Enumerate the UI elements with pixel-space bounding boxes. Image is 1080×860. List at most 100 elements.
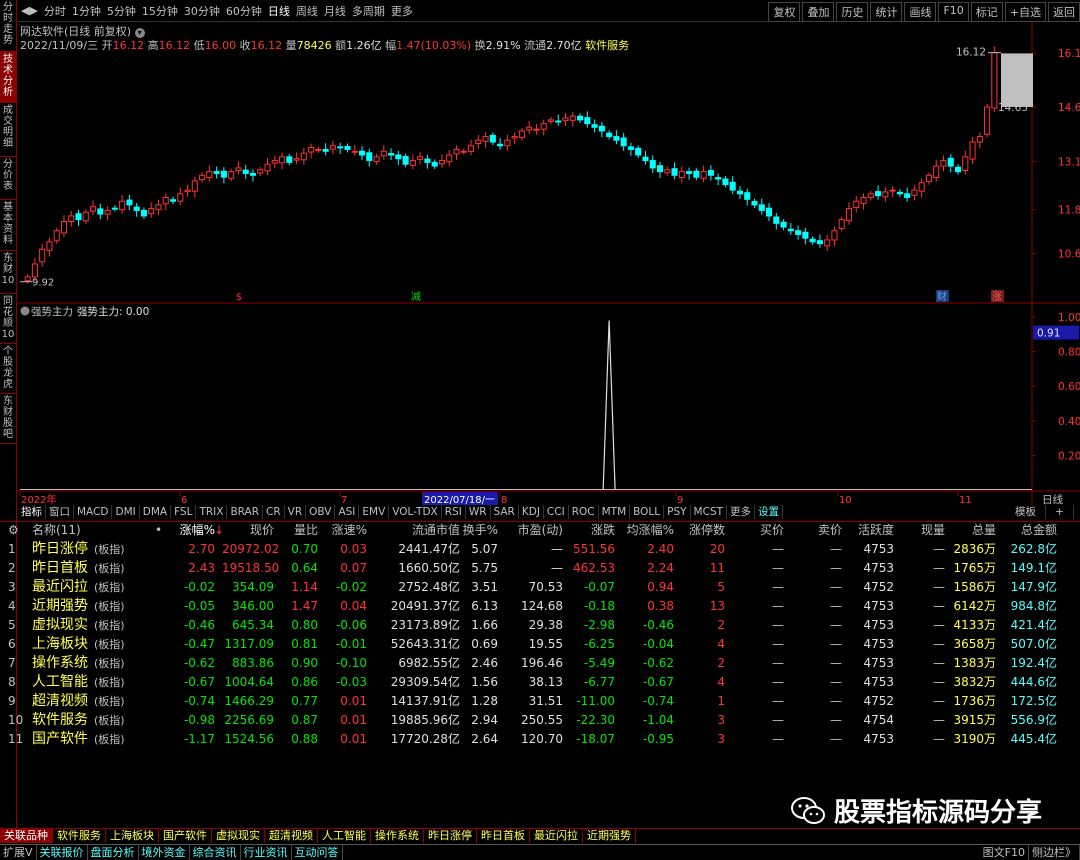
indicator-menu-icon[interactable] xyxy=(20,306,30,316)
sector-tab-9[interactable]: 昨日首板 xyxy=(477,829,530,843)
status-tab-1[interactable]: 关联报价 xyxy=(37,845,88,860)
indicator-tab-17[interactable]: KDJ xyxy=(519,505,544,519)
status-tab-3[interactable]: 境外资金 xyxy=(139,845,190,860)
toolbar-button-5[interactable]: F10 xyxy=(938,2,969,22)
period-tab-0[interactable]: 分时 xyxy=(41,3,69,19)
status-tab-2[interactable]: 盘面分析 xyxy=(88,845,139,860)
table-row[interactable]: 2 昨日首板 2.43 19518.50 0.64 0.07 1660.50亿 5.75—46… xyxy=(0,559,1080,578)
toolbar-button-1[interactable]: 叠加 xyxy=(802,2,835,22)
table-row[interactable]: 4 近期强势 -0.05 346.00 1.47 0.04 20491.37亿 6.13 124… xyxy=(0,597,1080,616)
indicator-tab-6[interactable]: TRIX xyxy=(196,505,228,519)
sector-tab-0[interactable]: 关联品种 xyxy=(0,829,53,843)
table-row[interactable]: 1 昨日涨停 2.70 20972.02 0.70 0.03 2441.47亿 5.07—55… xyxy=(0,540,1080,559)
indicator-tab-9[interactable]: VR xyxy=(285,505,307,519)
period-tab-10[interactable]: 更多 xyxy=(388,3,416,19)
period-tab-2[interactable]: 5分钟 xyxy=(104,3,139,19)
sector-tab-7[interactable]: 操作系统 xyxy=(371,829,424,843)
indicator-tab-7[interactable]: BRAR xyxy=(227,505,263,519)
indicator-tab-16[interactable]: SAR xyxy=(491,505,519,519)
gear-icon[interactable]: ⚙ xyxy=(8,522,19,539)
column-header-9[interactable]: 均涨幅% xyxy=(622,522,674,539)
column-header-1[interactable]: 涨幅% xyxy=(165,522,215,539)
sector-tab-2[interactable]: 上海板块 xyxy=(106,829,159,843)
status-tab-5[interactable]: 行业资讯 xyxy=(241,845,292,860)
period-tab-1[interactable]: 1分钟 xyxy=(69,3,104,19)
left-tab-3[interactable]: 分价表 xyxy=(0,157,16,200)
column-header-0[interactable]: 名称(11) xyxy=(32,522,122,539)
period-tab-5[interactable]: 60分钟 xyxy=(223,3,265,19)
indicator-tab-0[interactable]: 指标 xyxy=(18,505,46,519)
indicator-tab-21[interactable]: BOLL xyxy=(630,505,665,519)
left-tab-8[interactable]: 东财股吧 xyxy=(0,394,16,444)
column-header-11[interactable]: 买价 xyxy=(742,522,784,539)
indicator-tab-right-2[interactable]: - xyxy=(1074,505,1080,519)
period-tab-3[interactable]: 15分钟 xyxy=(139,3,181,19)
column-header-16[interactable]: 总金额 xyxy=(1000,522,1057,539)
indicator-tab-10[interactable]: OBV xyxy=(306,505,336,519)
table-row[interactable]: 3 最近闪拉 -0.02 354.09 1.14 -0.02 2752.48亿 3.51 70.… xyxy=(0,578,1080,597)
table-row[interactable]: 11 国产软件 -1.17 1524.56 0.88 0.01 17720.28亿 2.64 1… xyxy=(0,730,1080,749)
period-tab-4[interactable]: 30分钟 xyxy=(181,3,223,19)
indicator-tab-23[interactable]: MCST xyxy=(691,505,728,519)
column-header-2[interactable]: 现价 xyxy=(222,522,274,539)
period-tab-8[interactable]: 月线 xyxy=(321,3,349,19)
table-row[interactable]: 5 虚拟现实 -0.46 645.34 0.80 -0.06 23173.89亿 1.66 29… xyxy=(0,616,1080,635)
status-right-0[interactable]: 图文F10 xyxy=(980,845,1029,860)
column-header-12[interactable]: 卖价 xyxy=(800,522,842,539)
column-header-8[interactable]: 涨跌 xyxy=(568,522,615,539)
column-header-15[interactable]: 总量 xyxy=(950,522,996,539)
period-tab-9[interactable]: 多周期 xyxy=(349,3,388,19)
indicator-tab-8[interactable]: CR xyxy=(263,505,285,519)
left-tab-6[interactable]: 同花顺10 xyxy=(0,294,16,344)
column-header-4[interactable]: 涨速% xyxy=(325,522,367,539)
indicator-tab-15[interactable]: WR xyxy=(466,505,491,519)
sector-tab-8[interactable]: 昨日涨停 xyxy=(424,829,477,843)
status-tab-4[interactable]: 综合资讯 xyxy=(190,845,241,860)
indicator-tab-25[interactable]: 设置 xyxy=(755,505,784,519)
column-header-10[interactable]: 涨停数 xyxy=(680,522,725,539)
indicator-tab-22[interactable]: PSY xyxy=(664,505,691,519)
indicator-tab-12[interactable]: EMV xyxy=(359,505,390,519)
indicator-tab-4[interactable]: DMA xyxy=(140,505,172,519)
toolbar-button-7[interactable]: +自选 xyxy=(1004,2,1046,22)
column-header-7[interactable]: 市盈(动) xyxy=(505,522,563,539)
toolbar-button-8[interactable]: 返回 xyxy=(1048,2,1080,22)
table-row[interactable]: 6 上海板块 -0.47 1317.09 0.81 -0.01 52643.31亿 0.69 1… xyxy=(0,635,1080,654)
indicator-tab-3[interactable]: DMI xyxy=(112,505,140,519)
left-tab-1[interactable]: 技术分析 xyxy=(0,52,16,103)
status-right-1[interactable]: 侧边栏》 xyxy=(1029,845,1080,860)
column-header-3[interactable]: 量比 xyxy=(280,522,318,539)
sector-tab-1[interactable]: 软件服务 xyxy=(53,829,106,843)
sector-tab-4[interactable]: 虚拟现实 xyxy=(212,829,265,843)
status-tab-6[interactable]: 互动问答 xyxy=(292,845,343,860)
column-header-14[interactable]: 现量 xyxy=(905,522,945,539)
period-tab-6[interactable]: 日线 xyxy=(265,3,293,19)
kline-chart[interactable]: 10.68 11.87 13.18 14.65 16.11 9.92 16.12 14.65 $… xyxy=(18,22,1080,506)
toolbar-button-2[interactable]: 历史 xyxy=(836,2,869,22)
sector-tab-6[interactable]: 人工智能 xyxy=(318,829,371,843)
table-row[interactable]: 7 操作系统 -0.62 883.86 0.90 -0.10 6982.55亿 2.46 196… xyxy=(0,654,1080,673)
left-tab-5[interactable]: 东财10 xyxy=(0,251,16,294)
indicator-tab-13[interactable]: VOL-TDX xyxy=(389,505,442,519)
indicator-tab-right-0[interactable]: 模板 xyxy=(1006,505,1046,519)
sector-tab-5[interactable]: 超清视频 xyxy=(265,829,318,843)
indicator-tab-14[interactable]: RSI xyxy=(442,505,466,519)
period-tab-7[interactable]: 周线 xyxy=(293,3,321,19)
toolbar-button-0[interactable]: 复权 xyxy=(768,2,801,22)
table-row[interactable]: 10 软件服务 -0.98 2256.69 0.87 0.01 19885.96亿 2.94 2… xyxy=(0,711,1080,730)
sector-tab-10[interactable]: 最近闪拉 xyxy=(530,829,583,843)
sector-tab-11[interactable]: 近期强势 xyxy=(583,829,636,843)
toolbar-expand-icon[interactable]: ◀▶ xyxy=(18,4,41,17)
toolbar-button-3[interactable]: 统计 xyxy=(870,2,903,22)
left-tab-7[interactable]: 个股龙虎 xyxy=(0,344,16,394)
indicator-tab-19[interactable]: ROC xyxy=(569,505,599,519)
left-tab-2[interactable]: 成交明细 xyxy=(0,103,16,157)
toolbar-button-6[interactable]: 标记 xyxy=(970,2,1003,22)
status-tab-0[interactable]: 扩展V xyxy=(0,845,37,860)
sector-tab-3[interactable]: 国产软件 xyxy=(159,829,212,843)
table-row[interactable]: 9 超清视频 -0.74 1466.29 0.77 0.01 14137.91亿 1.28 31… xyxy=(0,692,1080,711)
indicator-tab-18[interactable]: CCI xyxy=(544,505,569,519)
indicator-tab-right-1[interactable]: + xyxy=(1046,505,1074,519)
indicator-tab-1[interactable]: 窗口 xyxy=(46,505,74,519)
column-header-5[interactable]: 流通市值 xyxy=(378,522,460,539)
